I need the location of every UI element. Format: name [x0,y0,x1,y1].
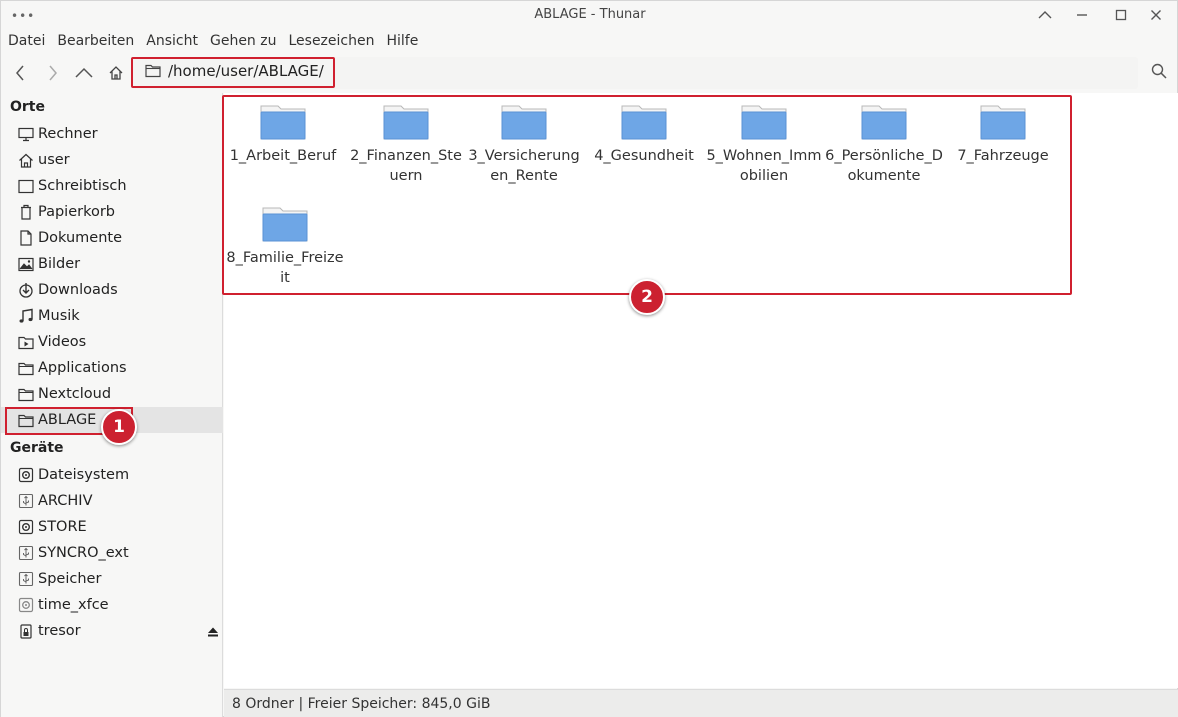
folder-icon [17,385,35,403]
file-manager-window: ••• ABLAGE - Thunar Datei Bearbeiten Ans… [0,0,1178,717]
forward-button[interactable] [40,60,66,86]
annotation-badge-2: 2 [629,279,665,315]
document-icon [17,229,35,247]
trash-icon [17,203,35,221]
sidebar-item-label: STORE [38,519,87,535]
sidebar-item-bilder[interactable]: Bilder [1,251,223,277]
drive-icon [17,518,35,536]
sidebar-item-dokumente[interactable]: Dokumente [1,225,223,251]
eject-icon [208,627,218,637]
search-button[interactable] [1149,60,1169,82]
menu-datei[interactable]: Datei [1,31,51,53]
sidebar-item-dateisystem[interactable]: Dateisystem [1,462,223,488]
up-button[interactable] [71,60,97,86]
sidebar-item-label: Papierkorb [38,204,116,220]
minimize-icon [1077,14,1087,16]
menu-bar: Datei Bearbeiten Ansicht Gehen zu Leseze… [1,31,424,53]
home-icon [109,66,123,80]
usb-drive-icon [17,570,35,588]
sidebar-item-label: Dateisystem [38,467,130,483]
sidebar-item-label: Downloads [38,282,118,298]
sidebar-item-syncro-ext[interactable]: SYNCRO_ext [1,540,223,566]
sidebar-item-schreibtisch[interactable]: Schreibtisch [1,173,223,199]
status-bar: 8 Ordner | Freier Speicher: 845,0 GiB [224,689,1178,717]
sidebar-item-label: Applications [38,360,127,376]
chevron-up-icon [1038,11,1052,19]
sidebar-item-label: tresor [38,623,81,639]
sidebar-devices-header: Geräte [10,440,64,456]
sidebar-item-archiv[interactable]: ARCHIV [1,488,223,514]
restore-button[interactable] [1070,5,1094,25]
drive-icon [17,466,35,484]
status-text: 8 Ordner | Freier Speicher: 845,0 GiB [232,696,491,712]
home-icon [17,151,35,169]
minimize-button[interactable] [1033,5,1057,25]
sidebar-item-label: Rechner [38,126,98,142]
sidebar-item-papierkorb[interactable]: Papierkorb [1,199,223,225]
sidebar-item-store[interactable]: STORE [1,514,223,540]
monitor-icon [17,125,35,143]
usb-drive-icon [17,492,35,510]
music-icon [17,307,35,325]
maximize-icon [1115,9,1127,21]
sidebar-item-label: Bilder [38,256,81,272]
sidebar-item-label: SYNCRO_ext [38,545,129,561]
back-button[interactable] [7,60,33,86]
folder-icon [17,359,35,377]
image-icon [17,255,35,273]
sidebar-item-nextcloud[interactable]: Nextcloud [1,381,223,407]
sidebar-item-label: ARCHIV [38,493,93,509]
search-icon [1151,63,1167,79]
sidebar-item-user[interactable]: user [1,147,223,173]
sidebar-item-label: Dokumente [38,230,123,246]
location-highlight-box [131,57,335,88]
sidebar-item-label: time_xfce [38,597,109,613]
sidebar-item-label: Schreibtisch [38,178,127,194]
chevron-left-icon [16,65,24,81]
video-icon [17,333,35,351]
home-button[interactable] [103,60,129,86]
sidebar-item-label: Musik [38,308,80,324]
sidebar-item-label: user [38,152,70,168]
sidebar-item-speicher[interactable]: Speicher [1,566,223,592]
close-icon [1151,10,1161,20]
usb-drive-icon [17,544,35,562]
menu-ansicht[interactable]: Ansicht [140,31,204,53]
sidebar: Orte Rechner user Schreibtisch Papierkor… [1,93,223,717]
window-title: ABLAGE - Thunar [534,7,646,22]
sidebar-item-label: Nextcloud [38,386,112,402]
download-icon [17,281,35,299]
chevron-right-icon [49,65,57,81]
sidebar-item-label: Videos [38,334,87,350]
sidebar-item-applications[interactable]: Applications [1,355,223,381]
sidebar-item-rechner[interactable]: Rechner [1,121,223,147]
title-bar[interactable]: ••• ABLAGE - Thunar [1,1,1178,30]
drive-icon [17,596,35,614]
sidebar-places-header: Orte [10,99,45,115]
chevron-up-icon [75,67,93,78]
menu-gehen-zu[interactable]: Gehen zu [204,31,283,53]
close-button[interactable] [1144,5,1168,25]
lock-drive-icon [17,622,35,640]
menu-bearbeiten[interactable]: Bearbeiten [51,31,140,53]
menu-hilfe[interactable]: Hilfe [380,31,424,53]
eject-button[interactable] [207,626,219,638]
menu-lesezeichen[interactable]: Lesezeichen [282,31,380,53]
annotation-badge-1: 1 [101,409,137,445]
sidebar-item-tresor[interactable]: tresor [1,618,223,644]
sidebar-item-videos[interactable]: Videos [1,329,223,355]
sidebar-item-time-xfce[interactable]: time_xfce [1,592,223,618]
maximize-button[interactable] [1109,5,1133,25]
sidebar-item-downloads[interactable]: Downloads [1,277,223,303]
sidebar-item-musik[interactable]: Musik [1,303,223,329]
sidebar-item-label: Speicher [38,571,102,587]
desktop-icon [17,177,35,195]
folders-highlight-box [222,95,1072,295]
